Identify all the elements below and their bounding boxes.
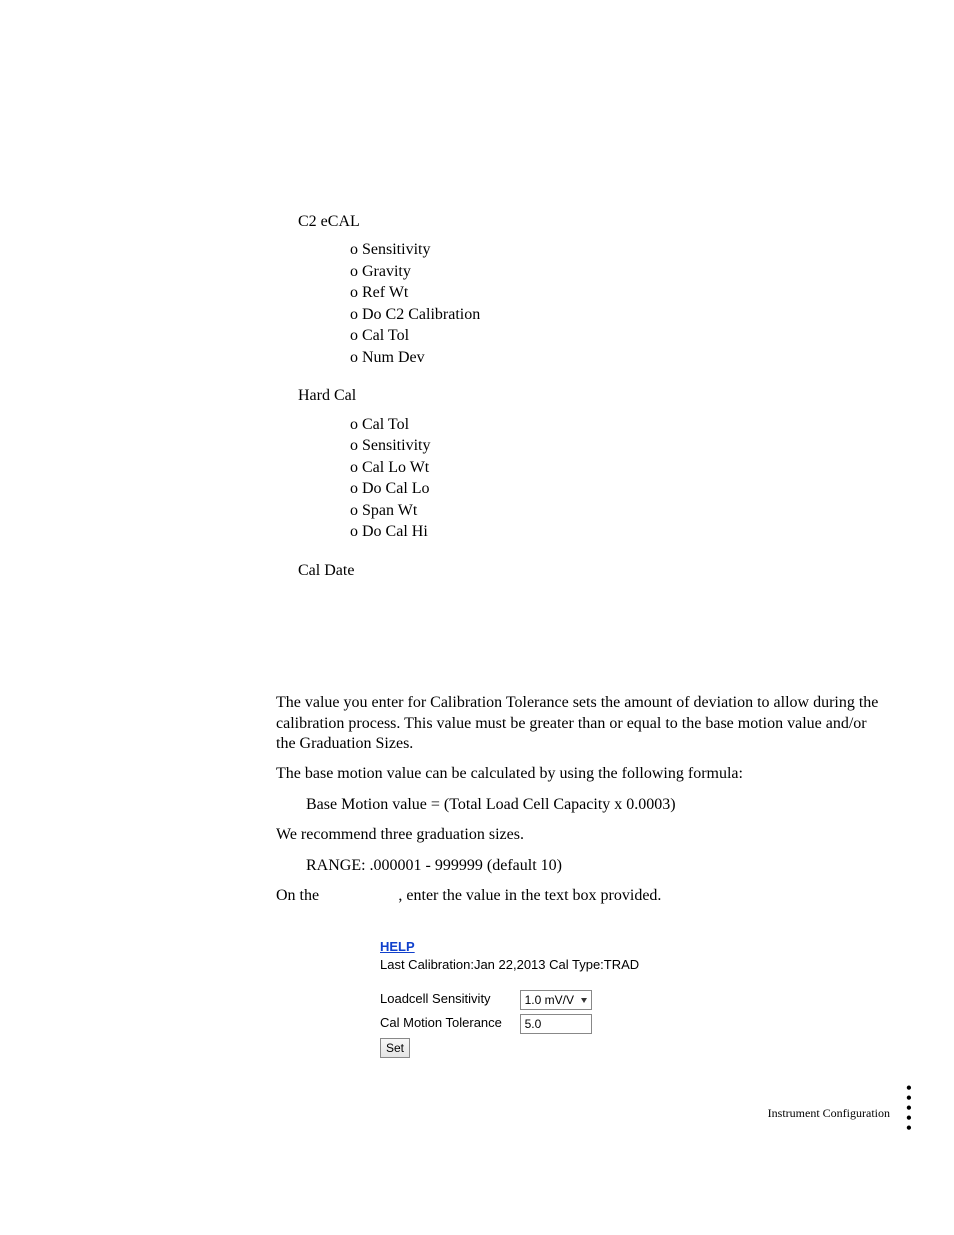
paragraph-tolerance-desc: The value you enter for Calibration Tole… — [276, 693, 886, 754]
list-item: Span Wt — [350, 501, 886, 521]
list-item: Cal Lo Wt — [350, 458, 886, 478]
list-c2ecal: Sensitivity Gravity Ref Wt Do C2 Calibra… — [350, 240, 886, 368]
list-item: Do Cal Lo — [350, 479, 886, 499]
select-value: 1.0 mV/V — [525, 993, 574, 1007]
section-c2ecal-title: C2 eCAL — [298, 212, 886, 232]
list-item: Ref Wt — [350, 283, 886, 303]
loadcell-sensitivity-label: Loadcell Sensitivity — [380, 991, 516, 1008]
figure-cal-form: HELP Last Calibration:Jan 22,2013 Cal Ty… — [380, 939, 886, 1058]
list-item: Cal Tol — [350, 326, 886, 346]
paragraph-recommend: We recommend three graduation sizes. — [276, 825, 886, 845]
range-text: RANGE: .000001 - 999999 (default 10) — [306, 856, 886, 876]
list-item: Do Cal Hi — [350, 522, 886, 542]
paragraph-webpage: On the Web page, enter the value in the … — [276, 886, 886, 906]
list-item: Do C2 Calibration — [350, 305, 886, 325]
cal-motion-tolerance-label: Cal Motion Tolerance — [380, 1015, 516, 1032]
footer-text: Instrument Configuration — [768, 1106, 890, 1121]
set-button[interactable]: Set — [380, 1038, 410, 1058]
section-hardcal-title: Hard Cal — [298, 386, 886, 406]
text-fragment: On the — [276, 887, 323, 904]
list-item: Num Dev — [350, 348, 886, 368]
loadcell-sensitivity-select[interactable]: 1.0 mV/V — [520, 990, 592, 1010]
chevron-down-icon — [581, 998, 587, 1003]
text-fragment: , enter the value in the text box provid… — [398, 887, 661, 904]
cal-date-line: Cal Date — [298, 561, 886, 581]
cal-motion-tolerance-input[interactable]: 5.0 — [520, 1014, 592, 1034]
list-item: Sensitivity — [350, 240, 886, 260]
help-link[interactable]: HELP — [380, 939, 415, 956]
list-hardcal: Cal Tol Sensitivity Cal Lo Wt Do Cal Lo … — [350, 415, 886, 543]
list-item: Sensitivity — [350, 436, 886, 456]
last-calibration-text: Last Calibration:Jan 22,2013 Cal Type:TR… — [380, 957, 639, 972]
paragraph-base-motion-intro: The base motion value can be calculated … — [276, 764, 886, 784]
formula-base-motion: Base Motion value = (Total Load Cell Cap… — [306, 795, 886, 815]
decorative-dots: ••••• — [906, 1084, 912, 1134]
list-item: Gravity — [350, 262, 886, 282]
list-item: Cal Tol — [350, 415, 886, 435]
